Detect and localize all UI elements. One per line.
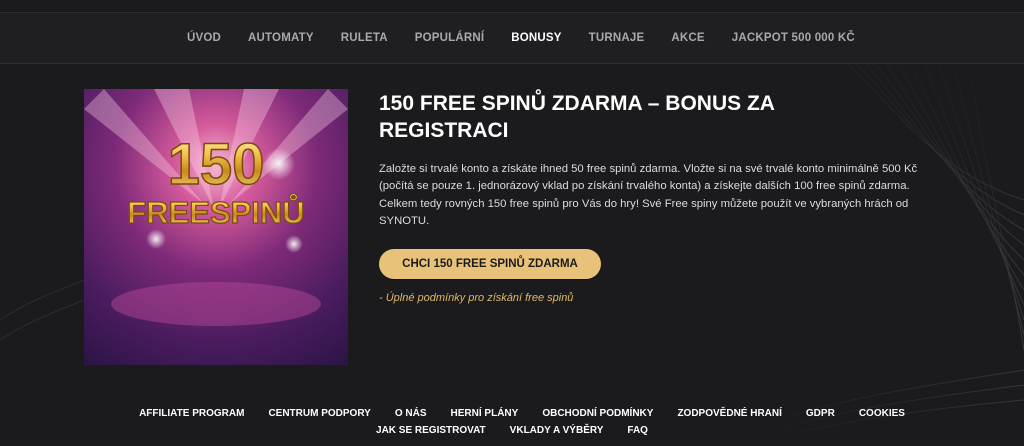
promo-title: 150 FREE SPINŮ ZDARMA – BONUS ZA REGISTR… — [379, 92, 775, 142]
nav-item-ruleta[interactable]: RULETA — [341, 32, 388, 44]
footer-link-affiliate-program[interactable]: AFFILIATE PROGRAM — [139, 408, 244, 419]
claim-free-spins-button[interactable]: CHCI 150 FREE SPINŮ ZDARMA — [379, 248, 601, 279]
footer-link-gdpr[interactable]: GDPR — [806, 408, 835, 419]
nav-item-bonusy[interactable]: BONUSY — [511, 32, 561, 44]
footer-row-1: AFFILIATE PROGRAM CENTRUM PODPORY O NÁS HER… — [0, 405, 1024, 422]
footer-link-centrum-podpory[interactable]: CENTRUM PODPORY — [268, 408, 370, 419]
nav-item-uvod[interactable]: ÚVOD — [187, 32, 221, 44]
footer-navigation: AFFILIATE PROGRAM CENTRUM PODPORY O NÁS HER… — [0, 405, 1024, 439]
footer-link-jak-se-registrovat[interactable]: JAK SE REGISTROVAT — [376, 425, 486, 436]
top-navigation: ÚVOD AUTOMATY RULETA POPULÁRNÍ BONUSY TURNAJE… — [0, 12, 1024, 64]
footer-link-herni-plany[interactable]: HERNÍ PLÁNY — [451, 408, 519, 419]
nav-item-popularni[interactable]: POPULÁRNÍ — [415, 32, 485, 44]
footer-link-vklady-a-vybery[interactable]: VKLADY A VÝBĚRY — [510, 425, 604, 436]
nav-menu: ÚVOD AUTOMATY RULETA POPULÁRNÍ BONUSY TURNAJE… — [187, 13, 882, 63]
terms-link[interactable]: - Úplné podmínky pro získání free spinů — [379, 292, 573, 304]
footer-row-2: JAK SE REGISTROVAT VKLADY A VÝBĚRY FAQ — [0, 422, 1024, 439]
promo-content: 150 FREE SPINŮ ZDARMA – BONUS ZA REGISTR… — [379, 90, 959, 306]
nav-item-akce[interactable]: AKCE — [671, 32, 704, 44]
promo-image: 150 FREESPINŮ — [84, 89, 348, 365]
promo-image-word: FREESPINŮ — [127, 192, 304, 230]
nav-item-turnaje[interactable]: TURNAJE — [589, 32, 645, 44]
promo-image-number: 150 — [168, 132, 265, 197]
nav-item-jackpot-500-000-kc[interactable]: JACKPOT 500 000 KČ — [732, 32, 855, 44]
footer-link-zodpovedne-hrani[interactable]: ZODPOVĚDNÉ HRANÍ — [677, 408, 781, 419]
promo-description: Založte si trvalé konto a získáte ihned … — [379, 163, 918, 228]
footer-link-obchodni-podminky[interactable]: OBCHODNÍ PODMÍNKY — [542, 408, 653, 419]
footer-link-faq[interactable]: FAQ — [627, 425, 648, 436]
nav-item-automaty[interactable]: AUTOMATY — [248, 32, 314, 44]
footer-link-o-nas[interactable]: O NÁS — [395, 408, 427, 419]
footer-link-cookies[interactable]: COOKIES — [859, 408, 905, 419]
